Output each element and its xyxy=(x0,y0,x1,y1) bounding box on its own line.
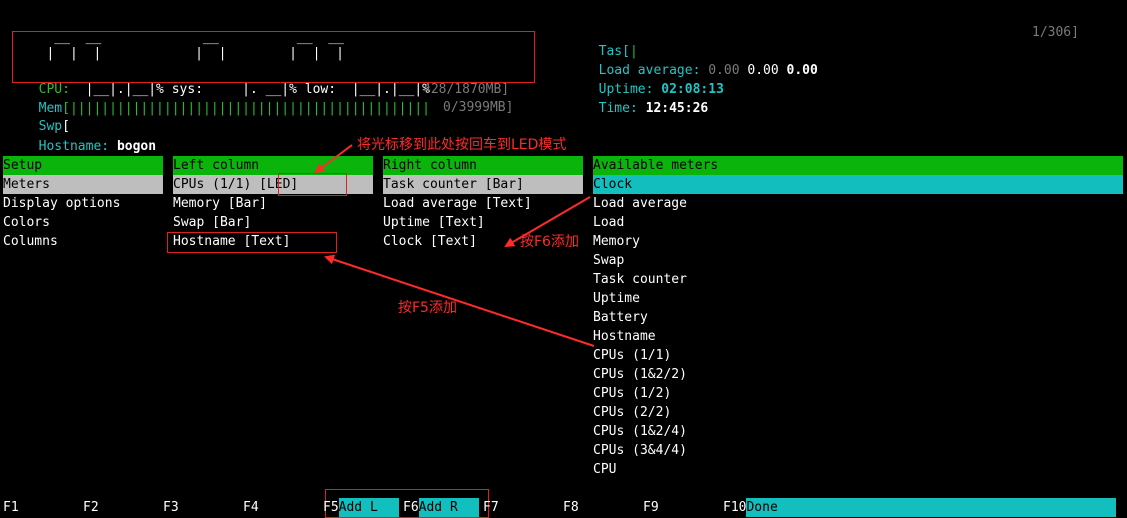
annotation-f6-hint: 按F6添加 xyxy=(520,234,579,250)
available-item-cpus-1and2-2[interactable]: CPUs (1&2/2) xyxy=(593,365,687,384)
fkey-f8[interactable]: F8 xyxy=(563,498,639,517)
hostname-text-highlight-box xyxy=(167,232,337,253)
annotation-f5-hint: 按F5添加 xyxy=(398,300,457,316)
available-item-memory[interactable]: Memory xyxy=(593,232,640,251)
setup-header: Setup xyxy=(3,156,163,175)
swp-value: 0/3999MB] xyxy=(443,100,514,115)
setup-item-meters[interactable]: Meters xyxy=(3,175,163,194)
fkey-f9[interactable]: F9 xyxy=(643,498,719,517)
fkey-f10-done[interactable]: F10Done xyxy=(723,498,1117,517)
available-item-clock[interactable]: Clock xyxy=(593,175,1123,194)
arrow-f5-hint xyxy=(324,254,595,347)
right-item-clock[interactable]: Clock [Text] xyxy=(383,232,477,251)
time-meter: Time: 12:45:26 xyxy=(583,80,709,116)
uptime-meter: Uptime: 02:08:13 xyxy=(583,61,724,97)
right-item-uptime[interactable]: Uptime [Text] xyxy=(383,213,485,232)
available-item-cpus-3and4-4[interactable]: CPUs (3&4/4) xyxy=(593,441,687,460)
time-value: 12:45:26 xyxy=(645,101,709,116)
available-item-cpus-1and2-4[interactable]: CPUs (1&2/4) xyxy=(593,422,687,441)
hostname-value: bogon xyxy=(116,139,157,154)
tasks-meter: Tas[| xyxy=(583,23,638,59)
available-item-cpus-1-1[interactable]: CPUs (1/1) xyxy=(593,346,671,365)
swap-meter: Swp[ xyxy=(23,98,70,134)
fkey-f7[interactable]: F7 xyxy=(483,498,559,517)
time-label: Time: xyxy=(598,101,638,116)
load-15: 0.00 xyxy=(786,63,818,78)
available-item-task-counter[interactable]: Task counter xyxy=(593,270,687,289)
available-item-swap[interactable]: Swap xyxy=(593,251,624,270)
fkey-f6-add-right[interactable]: F6Add R xyxy=(403,498,479,517)
available-item-load[interactable]: Load xyxy=(593,213,624,232)
left-item-memory[interactable]: Memory [Bar] xyxy=(173,194,267,213)
available-item-battery[interactable]: Battery xyxy=(593,308,648,327)
mem-value: 428/1870MB] xyxy=(423,82,510,97)
led-mode-highlight-box xyxy=(278,173,347,196)
available-item-cpus-2-2[interactable]: CPUs (2/2) xyxy=(593,403,671,422)
available-item-uptime[interactable]: Uptime xyxy=(593,289,640,308)
setup-item-colors[interactable]: Colors xyxy=(3,213,50,232)
left-item-swap[interactable]: Swap [Bar] xyxy=(173,213,251,232)
tasks-value: 1/306] xyxy=(1032,25,1079,40)
setup-item-display-options[interactable]: Display options xyxy=(3,194,120,213)
annotation-led-hint: 将光标移到此处按回车到LED模式 xyxy=(357,137,567,153)
available-item-hostname[interactable]: Hostname xyxy=(593,327,656,346)
setup-item-columns[interactable]: Columns xyxy=(3,232,58,251)
hostname-meter: Hostname: bogon xyxy=(23,118,156,154)
right-item-load-average[interactable]: Load average [Text] xyxy=(383,194,532,213)
available-item-cpus-1-2[interactable]: CPUs (1/2) xyxy=(593,384,671,403)
fkey-f5-add-left[interactable]: F5Add L xyxy=(323,498,399,517)
right-column-header: Right column xyxy=(383,156,583,175)
available-item-cpu[interactable]: CPU xyxy=(593,460,616,479)
available-item-load-average[interactable]: Load average xyxy=(593,194,687,213)
memory-meter: Mem[||||||||||||||||||||||||||||||||||||… xyxy=(23,80,430,116)
fkey-f4[interactable]: F4 xyxy=(243,498,319,517)
available-meters-header: Available meters xyxy=(593,156,1123,175)
cpu-led-line-3: CPU: |__|.|__|% sys: |. __|% low: |__|.|… xyxy=(23,61,430,97)
load-5: 0.00 xyxy=(747,63,779,78)
fkey-f1[interactable]: F1 xyxy=(3,498,79,517)
hostname-label: Hostname: xyxy=(38,139,110,154)
fkey-f2[interactable]: F2 xyxy=(83,498,159,517)
load-average-meter: Load average: 0.00 0.00 0.00 xyxy=(583,42,818,78)
fkey-f3[interactable]: F3 xyxy=(163,498,239,517)
mem-bar: [|||||||||||||||||||||||||||||||||||||||… xyxy=(62,101,430,116)
right-item-task-counter[interactable]: Task counter [Bar] xyxy=(383,175,583,194)
